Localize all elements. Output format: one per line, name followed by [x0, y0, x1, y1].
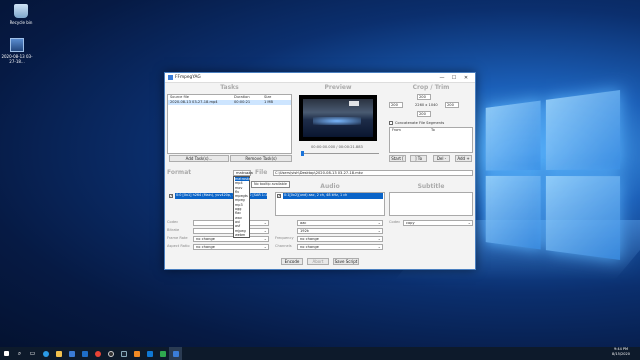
video-bitrate-label: Bitrate [167, 228, 180, 232]
start-button[interactable]: Start [ [389, 155, 406, 162]
table-row[interactable]: 2020-08-13 03-27-18.mp4 00:00:21 1 MB [168, 100, 291, 105]
format-heading: Format [167, 169, 192, 176]
desktop-icon-recycle-bin[interactable]: Recycle bin [4, 4, 38, 25]
video-stream-item[interactable]: 0:0 [0x1] h264 (Main), yuv420p, 1920x108… [175, 193, 267, 199]
add-task-button[interactable]: Add Task(s)... [169, 155, 229, 162]
task-view-icon[interactable]: ▭ [26, 347, 39, 360]
obs-icon[interactable] [104, 347, 117, 360]
col-to: To [431, 128, 435, 132]
recycle-bin-icon [14, 4, 28, 18]
output-file-input[interactable]: C:\Users\vish\Desktop\2020-08-13 03-27-1… [273, 170, 473, 176]
file-explorer-icon[interactable] [52, 347, 65, 360]
minimize-button[interactable]: — [436, 75, 448, 81]
add-segment-button[interactable]: Add + [455, 155, 472, 162]
audio-channels-label: Channels [275, 244, 292, 248]
windows-start-icon [4, 351, 9, 356]
cell-duration: 00:00:21 [234, 100, 251, 104]
taskbar: ⌕ ▭ 9:44 PM 8/15/2020 [0, 347, 640, 360]
crop-top-input[interactable]: 200 [417, 94, 431, 100]
video-framerate-label: Frame Rate [167, 236, 188, 240]
video-stream-checkbox[interactable]: ✓ [169, 194, 173, 198]
video-preview [299, 95, 377, 141]
video-aspect-label: Aspect Ratio [167, 244, 190, 248]
concatenate-checkbox[interactable] [389, 121, 393, 125]
save-script-button[interactable]: Save Script [333, 258, 359, 265]
start-button[interactable] [0, 347, 13, 360]
ffmpegyag-taskbar-icon[interactable] [169, 347, 182, 360]
steam-icon[interactable] [117, 347, 130, 360]
clock-date: 8/15/2020 [612, 352, 630, 356]
crop-bottom-input[interactable]: 200 [417, 111, 431, 117]
video-aspect-select[interactable]: no change [193, 244, 269, 250]
preview-timecode: 00:00:00.000 / 00:00:21.883 [311, 145, 363, 149]
audio-frequency-label: Frequency [275, 236, 294, 240]
system-clock[interactable]: 9:44 PM 8/15/2020 [606, 347, 636, 357]
video-codec-label: Codec [167, 220, 179, 224]
subtitle-streams-list[interactable] [389, 192, 473, 216]
edge-icon[interactable] [39, 347, 52, 360]
preview-seek-track[interactable] [301, 153, 379, 154]
format-dropdown-list[interactable]: matroska mp4 mov flv mpegts mpeg mp3 ogg… [233, 176, 251, 239]
subtitle-codec-label: Codec [389, 220, 401, 224]
desktop-icon-label: 2020-08-13 03-27-18... [1, 54, 33, 64]
audio-codec-select[interactable]: aac [297, 220, 383, 226]
crop-heading: Crop / Trim [412, 84, 450, 91]
concatenate-label: Concatenate File Segments [395, 121, 445, 125]
subtitle-heading: Subtitle [417, 183, 445, 190]
crop-right-input[interactable]: 200 [445, 102, 459, 108]
video-framerate-select[interactable]: no change [193, 236, 269, 242]
format-option[interactable]: webm [235, 233, 249, 237]
remove-task-button[interactable]: Remove Task(s) [230, 155, 292, 162]
search-icon[interactable]: ⌕ [13, 347, 26, 360]
crop-size-label: 2260 x 1040 [415, 103, 438, 107]
app-green-icon[interactable] [156, 347, 169, 360]
abort-button[interactable]: Abort [307, 258, 329, 265]
audio-stream-item[interactable]: 0:1[0x2](und) aac, 2 ch, 48 kHz, 1 ch [283, 193, 383, 199]
audio-channels-select[interactable]: no change [297, 244, 383, 250]
subtitle-codec-select[interactable]: copy [403, 220, 473, 226]
video-file-icon [10, 38, 24, 52]
audio-bitrate-select[interactable]: 192k [297, 228, 383, 234]
col-from: From [392, 128, 401, 132]
desktop-icon-label: Recycle bin [9, 20, 33, 25]
audio-stream-checkbox[interactable]: ✓ [277, 194, 281, 198]
desktop-icon-video-file[interactable]: 2020-08-13 03-27-18... [0, 38, 34, 64]
delete-segment-button[interactable]: Del - [433, 155, 450, 162]
preview-heading: Preview [324, 84, 352, 91]
preview-seek-handle[interactable] [301, 151, 304, 156]
tasks-heading: Tasks [220, 84, 239, 91]
encode-button[interactable]: Encode [281, 258, 303, 265]
to-button[interactable]: ] To [410, 155, 427, 162]
video-bitrate-select[interactable] [193, 228, 269, 234]
store-icon[interactable] [65, 347, 78, 360]
app-icon [168, 75, 173, 80]
crop-left-input[interactable]: 200 [389, 102, 403, 108]
segments-list[interactable]: From To [389, 127, 473, 153]
cell-source: 2020-08-13 03-27-18.mp4 [170, 100, 218, 104]
window-titlebar: FFmpegYAG — ☐ ✕ [165, 73, 475, 83]
window-title: FFmpegYAG [175, 75, 201, 80]
tasks-list[interactable]: Source file Duration Size 2020-08-13 03-… [167, 94, 292, 154]
windows-logo-wallpaper [485, 90, 621, 260]
audio-heading: Audio [320, 183, 340, 190]
cell-size: 1 MB [264, 100, 273, 104]
format-tooltip: No tooltip available [251, 181, 290, 188]
video-codec-select[interactable] [193, 220, 269, 226]
media-player-icon[interactable] [130, 347, 143, 360]
photos-icon[interactable] [143, 347, 156, 360]
chrome-icon[interactable] [91, 347, 104, 360]
audio-frequency-select[interactable]: no change [297, 236, 383, 242]
close-button[interactable]: ✕ [460, 75, 472, 81]
file-heading: File [255, 169, 268, 176]
mail-icon[interactable] [78, 347, 91, 360]
ffmpegyag-window: FFmpegYAG — ☐ ✕ Tasks Source file Durati… [164, 72, 476, 270]
maximize-button[interactable]: ☐ [448, 75, 460, 81]
